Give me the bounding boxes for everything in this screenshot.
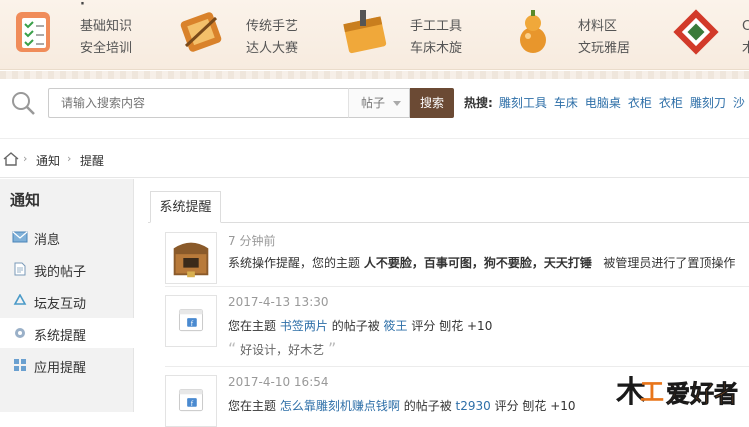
notice-body: 系统操作提醒，您的主题 人不要脸，百事可图，狗不要脸，天天打锤 被管理员进行了置… <box>228 254 735 271</box>
svg-text:工: 工 <box>640 378 664 406</box>
checklist-icon <box>16 12 50 52</box>
notice-time: 7 分钟前 <box>228 234 276 248</box>
notice-body: 您在主题 怎么靠雕刻机赚点钱啊 的帖子被 t2930 评分 刨花 +10 <box>228 397 576 414</box>
notice-text: 的帖子被 <box>403 399 452 413</box>
admin-avatar[interactable] <box>165 232 217 284</box>
envelope-icon <box>12 231 28 243</box>
notice-subject-link[interactable]: 怎么靠雕刻机赚点钱啊 <box>280 399 400 413</box>
breadcrumb-item: 提醒 <box>80 154 105 168</box>
chevron-down-icon <box>393 101 401 106</box>
hot-search-link[interactable]: 雕刻刀 <box>690 96 726 110</box>
search-button[interactable]: 搜索 <box>410 88 454 118</box>
sidebar: 通知 消息 我的帖子 坛友互动 系统提醒 应用提醒 <box>0 179 135 412</box>
notice-user-link[interactable]: t2930 <box>456 399 491 413</box>
sidebar-item-interaction[interactable]: 坛友互动 <box>0 286 134 316</box>
gourd-icon <box>520 10 546 53</box>
category-label[interactable]: 文玩雅居 <box>578 38 630 60</box>
hot-search-link[interactable]: 衣柜 <box>659 96 683 110</box>
sidebar-item-system-notice[interactable]: 系统提醒 <box>0 318 135 348</box>
hot-search-link[interactable]: 电脑桌 <box>585 96 621 110</box>
search-input[interactable] <box>48 88 348 118</box>
sidebar-item-my-posts[interactable]: 我的帖子 <box>0 254 134 284</box>
notice-text: 系统操作提醒，您的主题 <box>228 256 361 270</box>
decorative-stripe <box>0 71 749 79</box>
notice-subject-link[interactable]: 书签两片 <box>280 319 328 333</box>
quote-close-icon: ” <box>327 339 337 358</box>
search-icon <box>12 92 35 115</box>
sidebar-item-label: 应用提醒 <box>34 361 87 376</box>
gear-icon <box>15 328 25 338</box>
breadcrumb: › 通知 › 提醒 <box>0 138 749 178</box>
category-label[interactable]: 手工工具 <box>410 16 462 38</box>
sidebar-item-app-notice[interactable]: 应用提醒 <box>0 350 134 380</box>
system-avatar: f <box>165 295 217 347</box>
category-label[interactable]: 木 <box>742 38 749 60</box>
sidebar-item-label: 消息 <box>34 233 61 248</box>
notice-rating: 评分 刨花 +10 <box>411 319 493 333</box>
tablet-icon <box>673 9 719 55</box>
svg-text:爱好者: 爱好者 <box>666 380 738 408</box>
divider <box>165 366 749 367</box>
notice-text: 您在主题 <box>228 399 277 413</box>
hot-search-link[interactable]: 雕刻工具 <box>499 96 547 110</box>
search-bar: 帖子 搜索 热搜:雕刻工具车床电脑桌衣柜衣柜雕刻刀沙 <box>0 86 749 120</box>
sidebar-item-messages[interactable]: 消息 <box>0 222 134 252</box>
home-icon[interactable] <box>3 151 19 167</box>
notice-text: 您在主题 <box>228 319 277 333</box>
sidebar-item-label: 系统提醒 <box>34 329 87 344</box>
category-label[interactable]: 达人大赛 <box>246 38 298 60</box>
recycle-icon <box>13 294 27 305</box>
divider <box>165 286 749 287</box>
tab-system-notice[interactable]: 系统提醒 <box>150 191 221 223</box>
quote-open-icon: “ <box>228 339 237 358</box>
notice-time: 2017-4-13 13:30 <box>228 295 329 309</box>
category-band: · 基础知识 安全培训 传统手艺 达人大赛 手工工具 车床木旋 材料区 文玩雅居 <box>0 0 749 70</box>
breadcrumb-item[interactable]: 通知 <box>36 152 60 169</box>
hot-search-label: 热搜: <box>464 96 493 110</box>
hot-searches: 热搜: 雕刻工具 车床 电脑桌 衣柜 衣柜 雕刻刀沙 <box>464 94 749 111</box>
site-logo: 木 工 爱好者 <box>615 375 738 410</box>
notice-text: 被管理员进行了置顶操作 <box>603 256 736 270</box>
category-label[interactable]: 材料区 <box>578 16 630 38</box>
hot-search-link[interactable]: 车床 <box>554 96 578 110</box>
notice-subject[interactable]: 人不要脸，百事可图，狗不要脸，天天打锤 <box>364 256 592 270</box>
category-label[interactable]: 车床木旋 <box>410 38 462 60</box>
sidebar-title: 通知 <box>10 191 41 209</box>
quote-text: 好设计，好木艺 <box>240 343 325 357</box>
category-label[interactable]: 基础知识 <box>80 16 132 38</box>
breadcrumb-separator: › <box>67 152 72 165</box>
category-label[interactable]: 传统手艺 <box>246 16 298 38</box>
notice-user-link[interactable]: 筱王 <box>384 319 408 333</box>
toolbox-icon <box>343 10 387 54</box>
category-label[interactable]: C <box>742 16 749 38</box>
category-label[interactable]: 安全培训 <box>80 38 132 60</box>
sidebar-item-label: 我的帖子 <box>34 265 87 280</box>
hot-search-link[interactable]: 衣柜 <box>628 96 652 110</box>
notice-rating: 评分 刨花 +10 <box>494 399 576 413</box>
document-icon <box>14 262 26 276</box>
tab-divider <box>148 222 749 223</box>
breadcrumb-separator: › <box>23 152 28 165</box>
notice-text: 的帖子被 <box>331 319 380 333</box>
notice-body: 您在主题 书签两片 的帖子被 筱王 评分 刨花 +10 <box>228 317 492 334</box>
grid-icon <box>14 359 26 371</box>
search-scope-label: 帖子 <box>361 96 386 110</box>
system-avatar: f <box>165 375 217 427</box>
craft-tools-icon <box>180 12 222 52</box>
hot-search-link[interactable]: 沙 <box>733 96 745 110</box>
notice-time: 2017-4-10 16:54 <box>228 375 329 389</box>
sidebar-item-label: 坛友互动 <box>34 297 87 312</box>
search-scope-select[interactable]: 帖子 <box>348 88 410 118</box>
notice-quote: “ 好设计，好木艺 ” <box>228 339 336 358</box>
